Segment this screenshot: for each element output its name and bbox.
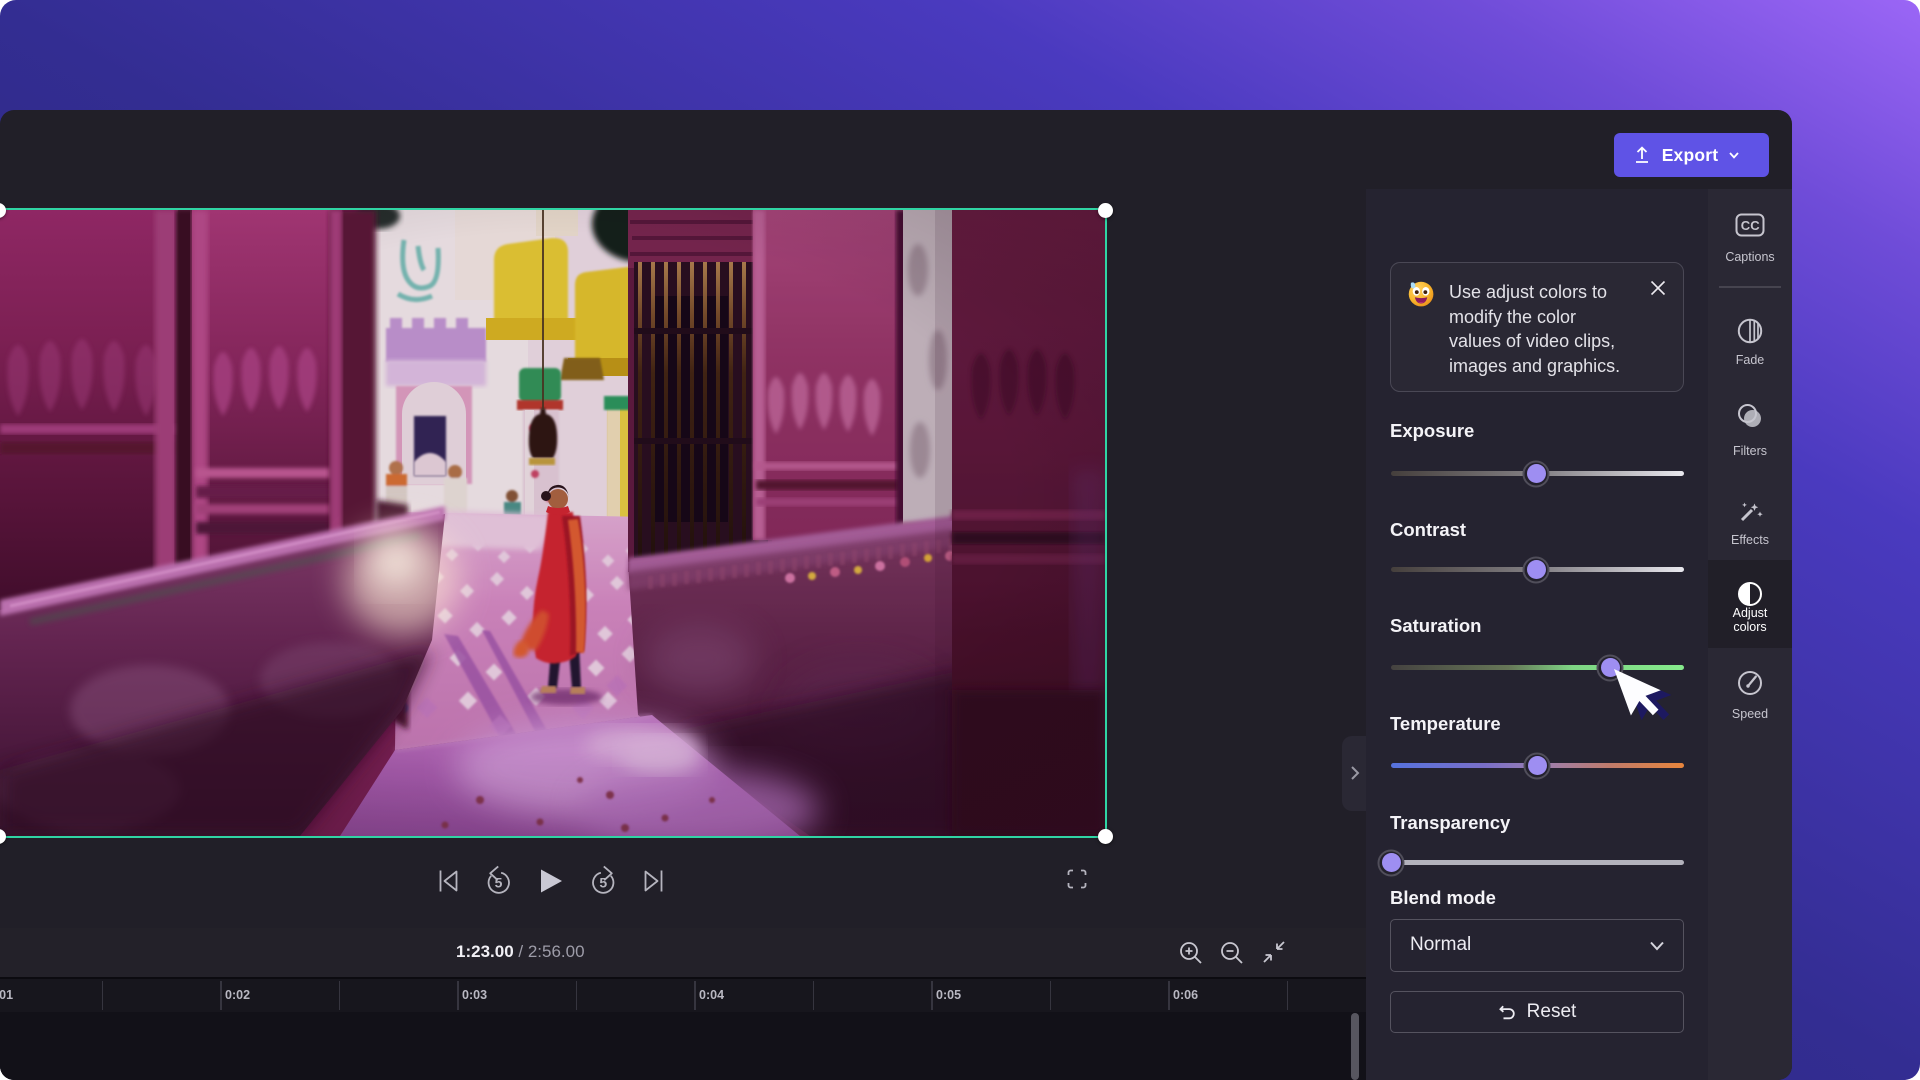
svg-text:5: 5 bbox=[599, 875, 607, 891]
svg-text:5: 5 bbox=[495, 875, 503, 891]
svg-text:C: C bbox=[1750, 218, 1760, 233]
